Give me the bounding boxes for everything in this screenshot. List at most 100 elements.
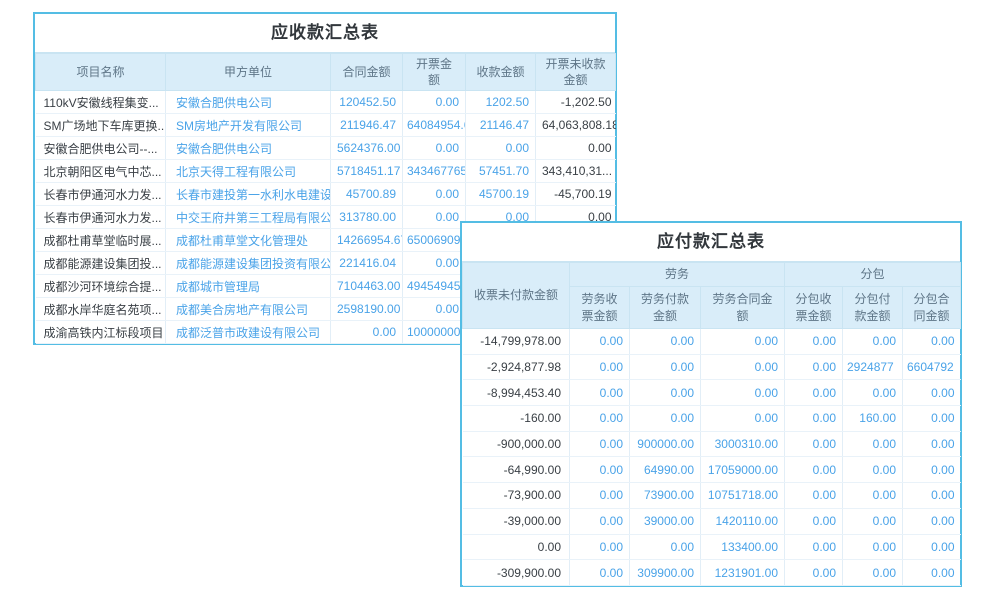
table-cell: 0.00 (903, 431, 961, 457)
table-cell: 0.00 (701, 354, 785, 380)
table-cell: 21146.47 (466, 114, 536, 137)
table-cell: 221416.04 (331, 252, 403, 275)
table-row: -8,994,453.400.000.000.000.000.000.00 (463, 380, 961, 406)
table-cell: 110kV安徽线程集变... (36, 91, 166, 114)
table-cell[interactable]: 成都城市管理局 (166, 275, 331, 298)
table-cell[interactable]: 北京天得工程有限公司 (166, 160, 331, 183)
table-cell: -160.00 (463, 406, 570, 432)
table-cell: 14266954.67 (331, 229, 403, 252)
table-row: 0.000.000.00133400.000.000.000.00 (463, 534, 961, 560)
table-cell: 5624376.00 (331, 137, 403, 160)
payables-title: 应付款汇总表 (462, 223, 960, 262)
table-cell: 64990.00 (630, 457, 701, 483)
table-cell: 3000310.00 (701, 431, 785, 457)
table-cell: 45700.89 (331, 183, 403, 206)
table-row: 北京朝阳区电气中芯...北京天得工程有限公司5718451.1734346776… (36, 160, 616, 183)
payables-table: 收票未付款金额 劳务 分包 劳务收票金额 劳务付款金额 劳务合同金额 分包收票金… (462, 262, 961, 586)
table-cell: -14,799,978.00 (463, 329, 570, 355)
table-cell: 0.00 (903, 483, 961, 509)
table-cell[interactable]: 安徽合肥供电公司 (166, 91, 331, 114)
table-cell: 0.00 (785, 406, 843, 432)
table-cell: 0.00 (903, 508, 961, 534)
table-cell: 0.00 (466, 137, 536, 160)
table-cell[interactable]: 安徽合肥供电公司 (166, 137, 331, 160)
column-header-subcontract-invoice-amount: 分包收票金额 (785, 287, 843, 329)
table-cell: 1202.50 (466, 91, 536, 114)
table-cell: 0.00 (785, 508, 843, 534)
table-cell: 57451.70 (466, 160, 536, 183)
table-cell: 2924877 (843, 354, 903, 380)
table-cell: 133400.00 (701, 534, 785, 560)
column-header-party-a: 甲方单位 (166, 54, 331, 91)
column-header-invoiced-amount: 开票金额 (403, 54, 466, 91)
table-cell: 0.00 (570, 380, 630, 406)
table-cell: 2598190.00 (331, 298, 403, 321)
table-cell: 6604792 (903, 354, 961, 380)
table-cell: 0.00 (903, 380, 961, 406)
table-cell: 0.00 (570, 354, 630, 380)
table-cell: 5718451.17 (331, 160, 403, 183)
table-cell: 17059000.00 (701, 457, 785, 483)
payables-header: 收票未付款金额 劳务 分包 劳务收票金额 劳务付款金额 劳务合同金额 分包收票金… (463, 263, 961, 329)
table-cell: 0.00 (403, 137, 466, 160)
table-cell: 0.00 (701, 329, 785, 355)
table-row: -14,799,978.000.000.000.000.000.000.00 (463, 329, 961, 355)
table-row: 长春市伊通河水力发...长春市建投第一水利水电建设有限45700.890.004… (36, 183, 616, 206)
table-cell: 309900.00 (630, 560, 701, 586)
table-cell: SM广场地下车库更换... (36, 114, 166, 137)
table-row: -900,000.000.00900000.003000310.000.000.… (463, 431, 961, 457)
table-cell: 0.00 (570, 534, 630, 560)
table-cell[interactable]: 中交王府井第三工程局有限公司 (166, 206, 331, 229)
column-group-labor: 劳务 (570, 263, 785, 287)
table-cell: 长春市伊通河水力发... (36, 206, 166, 229)
table-cell[interactable]: 长春市建投第一水利水电建设有限 (166, 183, 331, 206)
table-cell[interactable]: 成都杜甫草堂文化管理处 (166, 229, 331, 252)
table-cell: 0.00 (785, 431, 843, 457)
column-header-project-name: 项目名称 (36, 54, 166, 91)
table-cell: 0.00 (630, 329, 701, 355)
table-cell[interactable]: 成都泛普市政建设有限公司 (166, 321, 331, 344)
table-cell[interactable]: SM房地产开发有限公司 (166, 114, 331, 137)
table-cell: -39,000.00 (463, 508, 570, 534)
table-cell: 65006909. (403, 229, 466, 252)
table-cell: -1,202.50 (536, 91, 616, 114)
table-cell: 10751718.00 (701, 483, 785, 509)
table-row: SM广场地下车库更换...SM房地产开发有限公司211946.476408495… (36, 114, 616, 137)
receivables-header: 项目名称 甲方单位 合同金额 开票金额 收款金额 开票未收款金额 (36, 54, 616, 91)
table-cell: 0.00 (843, 560, 903, 586)
table-cell[interactable]: 成都能源建设集团投资有限公司 (166, 252, 331, 275)
table-cell: 0.00 (403, 206, 466, 229)
table-cell: 0.00 (785, 534, 843, 560)
table-cell: 0.00 (570, 406, 630, 432)
table-cell: 0.00 (785, 483, 843, 509)
table-cell: 0.00 (903, 457, 961, 483)
table-cell: 1231901.00 (701, 560, 785, 586)
table-row: -2,924,877.980.000.000.000.0029248776604… (463, 354, 961, 380)
table-cell: 0.00 (403, 183, 466, 206)
table-cell: 211946.47 (331, 114, 403, 137)
table-cell: 0.00 (843, 431, 903, 457)
table-cell: 0.00 (570, 457, 630, 483)
table-row: -39,000.000.0039000.001420110.000.000.00… (463, 508, 961, 534)
table-cell: 0.00 (843, 483, 903, 509)
table-cell: 0.00 (843, 457, 903, 483)
table-cell: 64,063,808.18 (536, 114, 616, 137)
table-cell: 0.00 (785, 560, 843, 586)
table-cell: 成都水岸华庭名苑项... (36, 298, 166, 321)
table-cell: 0.00 (785, 329, 843, 355)
table-cell[interactable]: 成都美合房地产有限公司 (166, 298, 331, 321)
table-cell: 0.00 (843, 534, 903, 560)
table-cell: 0.00 (630, 534, 701, 560)
table-cell: 0.00 (630, 406, 701, 432)
table-cell: 0.00 (785, 457, 843, 483)
table-row: 110kV安徽线程集变...安徽合肥供电公司120452.500.001202.… (36, 91, 616, 114)
table-cell: 0.00 (570, 560, 630, 586)
table-row: -160.000.000.000.000.00160.000.00 (463, 406, 961, 432)
table-cell: 0.00 (463, 534, 570, 560)
table-cell: 0.00 (630, 380, 701, 406)
table-cell: 成都杜甫草堂临时展... (36, 229, 166, 252)
table-row: -64,990.000.0064990.0017059000.000.000.0… (463, 457, 961, 483)
table-cell: 73900.00 (630, 483, 701, 509)
table-cell: -2,924,877.98 (463, 354, 570, 380)
table-cell: 39000.00 (630, 508, 701, 534)
